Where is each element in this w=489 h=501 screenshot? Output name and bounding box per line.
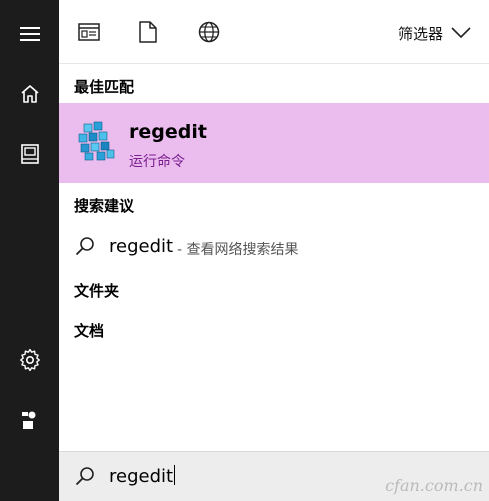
suggestion-term: regedit — [109, 236, 174, 257]
registry-editor-icon — [75, 120, 117, 162]
search-panel: 筛选器 最佳匹配 regedit 运行命令 搜索建议 regedit - 查看网… — [59, 0, 489, 501]
notebook-icon[interactable] — [0, 134, 59, 174]
filter-bar: 筛选器 — [59, 0, 489, 64]
web-filter-icon[interactable] — [195, 18, 223, 46]
suggestion-hint: - 查看网络搜索结果 — [177, 242, 299, 258]
feedback-icon[interactable] — [0, 400, 59, 440]
home-icon[interactable] — [0, 74, 59, 114]
section-suggestions: 搜索建议 — [74, 197, 135, 215]
best-match-title: regedit — [129, 121, 207, 143]
gear-icon[interactable] — [0, 340, 59, 380]
chevron-down-icon — [451, 27, 471, 39]
section-documents[interactable]: 文档 — [74, 320, 104, 341]
hamburger-icon[interactable] — [0, 14, 59, 54]
text-caret — [174, 465, 176, 485]
filter-label: 筛选器 — [397, 24, 443, 43]
section-folders[interactable]: 文件夹 — [74, 280, 119, 301]
filter-dropdown[interactable]: 筛选器 — [398, 19, 471, 47]
section-best-match: 最佳匹配 — [74, 78, 135, 96]
search-icon — [75, 236, 95, 260]
documents-filter-icon[interactable] — [134, 18, 162, 46]
search-icon — [75, 466, 95, 490]
search-input[interactable]: regedit — [109, 465, 176, 487]
web-suggestion-item[interactable]: regedit - 查看网络搜索结果 — [59, 228, 489, 266]
search-input-value: regedit — [109, 466, 174, 487]
best-match-result[interactable]: regedit 运行命令 — [59, 103, 489, 183]
apps-filter-icon[interactable] — [75, 18, 103, 46]
left-rail — [0, 0, 59, 501]
best-match-subtitle: 运行命令 — [129, 154, 185, 170]
watermark: cfan.com.cn — [385, 476, 483, 495]
